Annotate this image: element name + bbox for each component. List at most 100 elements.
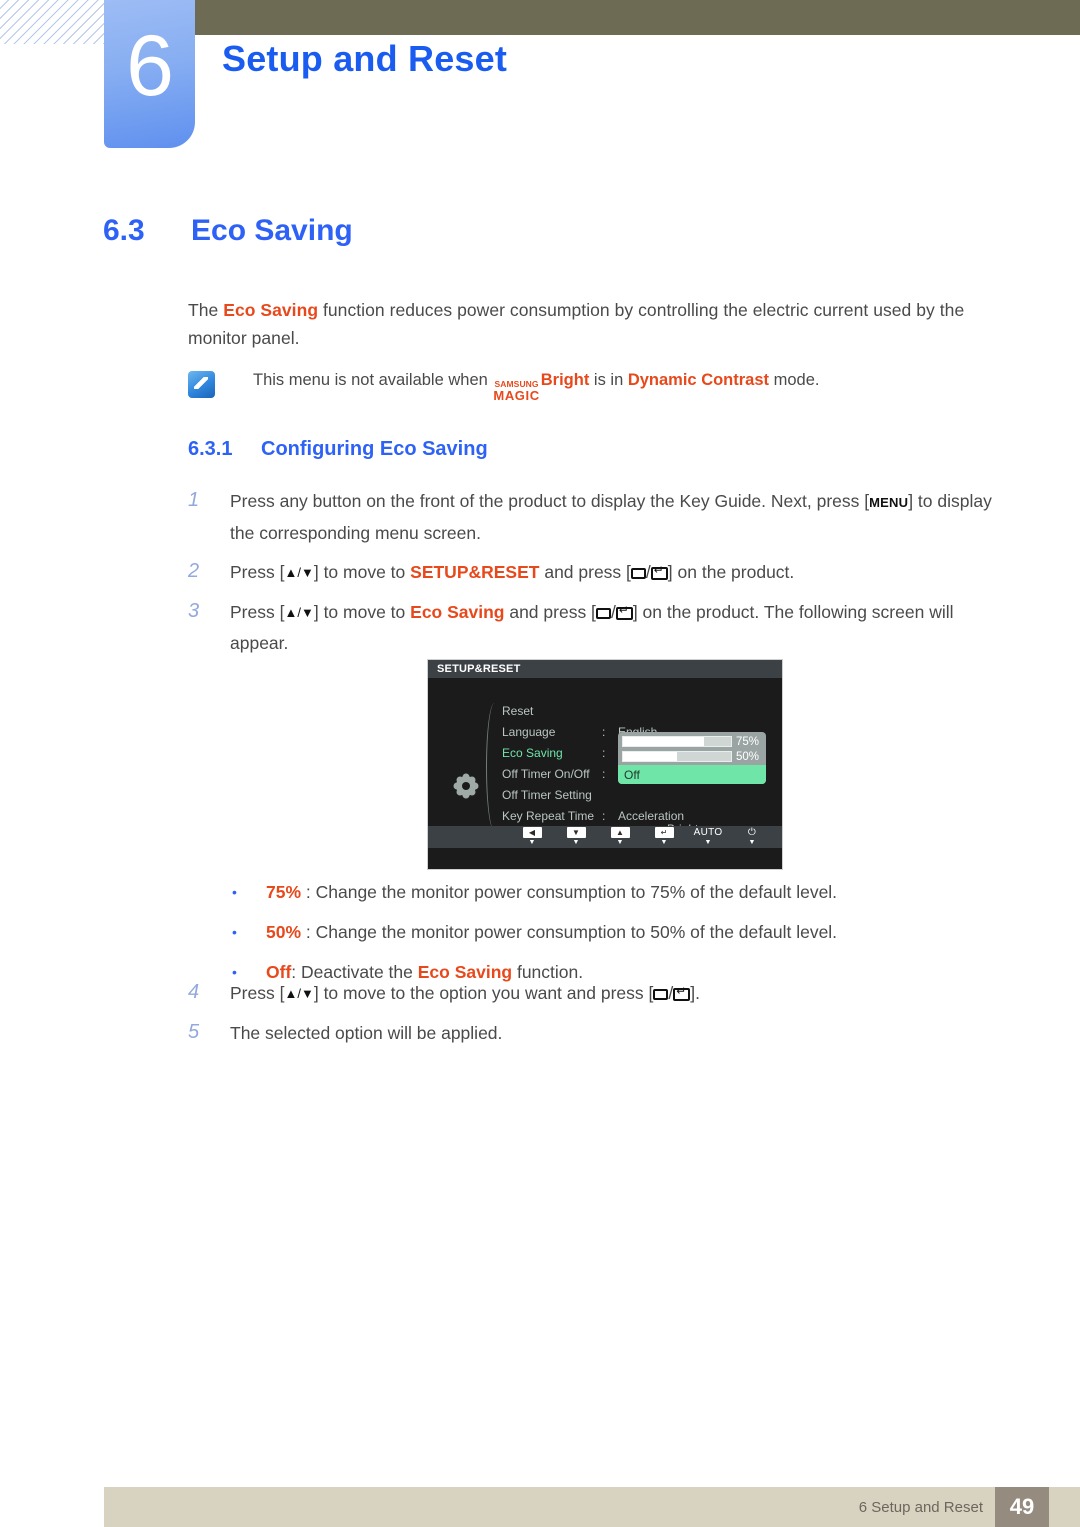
option-75-bar (622, 736, 732, 747)
enter-icon: ↵ (654, 827, 674, 838)
hatch-decoration (0, 0, 104, 44)
step-item: 4 Press [▲/▼] to move to the option you … (188, 978, 1008, 1009)
osd-label: Reset (502, 703, 534, 718)
bullet-icon: • (232, 884, 237, 900)
osd-button-up[interactable]: ▲ ▼ (598, 827, 642, 847)
option-75-row[interactable]: 75% (622, 735, 762, 748)
header-olive-bar (192, 0, 1080, 35)
osd-menu-item-off-timer-setting[interactable]: Off Timer Setting (502, 784, 777, 805)
step4-lead: Press [ (230, 983, 285, 1003)
osd-button-auto[interactable]: AUTO ▼ (686, 827, 730, 847)
osd-bracket-line (486, 703, 500, 831)
bullet-text: 50% : Change the monitor power consumpti… (266, 918, 837, 946)
bullet-rest: : Change the monitor power consumption t… (301, 882, 838, 902)
step2-lead: Press [ (230, 562, 285, 582)
bullet-term: 75% (266, 882, 302, 902)
subsection-number: 6.3.1 (188, 438, 233, 460)
note-text: This menu is not available when SAMSUNG M… (253, 368, 819, 402)
step-text: The selected option will be applied. (230, 1023, 503, 1043)
page-number: 49 (995, 1487, 1049, 1527)
step-item: 3 Press [▲/▼] to move to Eco Saving and … (188, 597, 1008, 658)
caret-icon: ▼ (660, 839, 668, 846)
eco-saving-option-panel: 75% 50% Off (618, 732, 766, 784)
intro-term: Eco Saving (223, 300, 319, 320)
step-number: 2 (188, 560, 200, 582)
up-arrow-icon: ▲ (284, 565, 298, 580)
step-item: 2 Press [▲/▼] to move to SETUP&RESET and… (188, 557, 1008, 588)
osd-screenshot: SETUP&RESET Reset Language : English Eco… (427, 659, 783, 870)
list-item: • 75% : Change the monitor power consump… (232, 878, 992, 906)
osd-label: Eco Saving (502, 745, 563, 760)
osd-button-power[interactable]: ⏻ ▼ (730, 827, 774, 847)
osd-label: Key Repeat Time (502, 808, 595, 823)
step-number: 5 (188, 1021, 200, 1043)
osd-button-left[interactable]: ◀ ▼ (510, 827, 554, 847)
osd-menu-item-reset[interactable]: Reset (502, 700, 777, 721)
option-50-label: 50% (736, 750, 760, 763)
step-text: Press any button on the front of the pro… (230, 486, 1008, 548)
down-arrow-icon: ▼ (300, 605, 314, 620)
intro-paragraph: The Eco Saving function reduces power co… (188, 296, 988, 352)
up-arrow-icon: ▲ (284, 986, 298, 1001)
osd-colon: : (602, 766, 606, 781)
osd-colon: : (602, 724, 606, 739)
up-arrow-icon: ▲ (610, 827, 630, 838)
step-item: 1 Press any button on the front of the p… (188, 486, 1008, 548)
caret-icon: ▼ (748, 839, 756, 846)
step-number: 4 (188, 981, 200, 1003)
steps-list-lower: 4 Press [▲/▼] to move to the option you … (188, 978, 1008, 1057)
osd-body: Reset Language : English Eco Saving : Of… (428, 678, 782, 850)
gear-icon (456, 776, 476, 796)
down-arrow-icon: ▼ (300, 986, 314, 1001)
osd-title-bar: SETUP&RESET (428, 660, 782, 678)
intro-paragraph-block: The Eco Saving function reduces power co… (188, 296, 988, 352)
caret-icon: ▼ (572, 839, 580, 846)
left-arrow-icon: ◀ (522, 827, 542, 838)
enter-key-icon (615, 604, 633, 620)
note-text-1: This menu is not available when (253, 371, 493, 389)
option-50-fill (623, 752, 677, 761)
option-50-bar (622, 751, 732, 762)
menu-keycap: MENU (869, 495, 909, 510)
osd-button-enter[interactable]: ↵ ▼ (642, 827, 686, 847)
document-page: 6 Setup and Reset 6.3 Eco Saving The Eco… (0, 0, 1080, 1527)
option-75-fill (623, 737, 704, 746)
step3-lead: Press [ (230, 602, 285, 622)
step2-mid: ] to move to (313, 562, 411, 582)
option-50-row[interactable]: 50% (622, 750, 762, 763)
osd-label: Off Timer Setting (502, 787, 592, 802)
bullet-icon: • (232, 924, 237, 940)
bullet-text: 75% : Change the monitor power consumpti… (266, 878, 837, 906)
page-footer: 6 Setup and Reset 49 (104, 1487, 1080, 1527)
down-arrow-icon: ▼ (300, 565, 314, 580)
samsung-magic-logo: SAMSUNG MAGIC (493, 380, 539, 402)
osd-button-bar: ◀ ▼ ▼ ▼ ▲ ▼ ↵ ▼ AUTO ▼ ⏻ ▼ (428, 826, 782, 848)
subsection-title: Configuring Eco Saving (261, 438, 488, 460)
step4-end: ]. (690, 983, 700, 1003)
step1-part1: Press any button on the front of the pro… (230, 491, 870, 511)
osd-button-down[interactable]: ▼ ▼ (554, 827, 598, 847)
osd-colon: : (602, 745, 606, 760)
step3-tail: and press [ (504, 602, 596, 622)
option-off-selected[interactable]: Off (618, 765, 766, 784)
step2-tail: and press [ (539, 562, 631, 582)
down-arrow-icon: ▼ (566, 827, 586, 838)
step4-mid: ] to move to the option you want and pre… (313, 983, 654, 1003)
section-heading: 6.3 Eco Saving (103, 214, 353, 248)
step-number: 3 (188, 600, 200, 622)
power-icon: ⏻ (747, 827, 757, 838)
chapter-tab: 6 (104, 0, 195, 148)
step-text: Press [▲/▼] to move to the option you wa… (230, 978, 700, 1009)
note-block: This menu is not available when SAMSUNG M… (188, 368, 1008, 402)
step-number: 1 (188, 489, 200, 511)
enter-key-icon (673, 985, 691, 1001)
subsection-heading: 6.3.1 Configuring Eco Saving (188, 438, 488, 461)
up-arrow-icon: ▲ (284, 605, 298, 620)
option-75-label: 75% (736, 735, 760, 748)
section-number: 6.3 (103, 214, 145, 247)
bullet-rest: : Change the monitor power consumption t… (301, 922, 838, 942)
step-item: 5 The selected option will be applied. (188, 1018, 1008, 1048)
source-box-icon (630, 568, 646, 579)
osd-label: Language (502, 724, 556, 739)
osd-colon: : (602, 808, 606, 823)
